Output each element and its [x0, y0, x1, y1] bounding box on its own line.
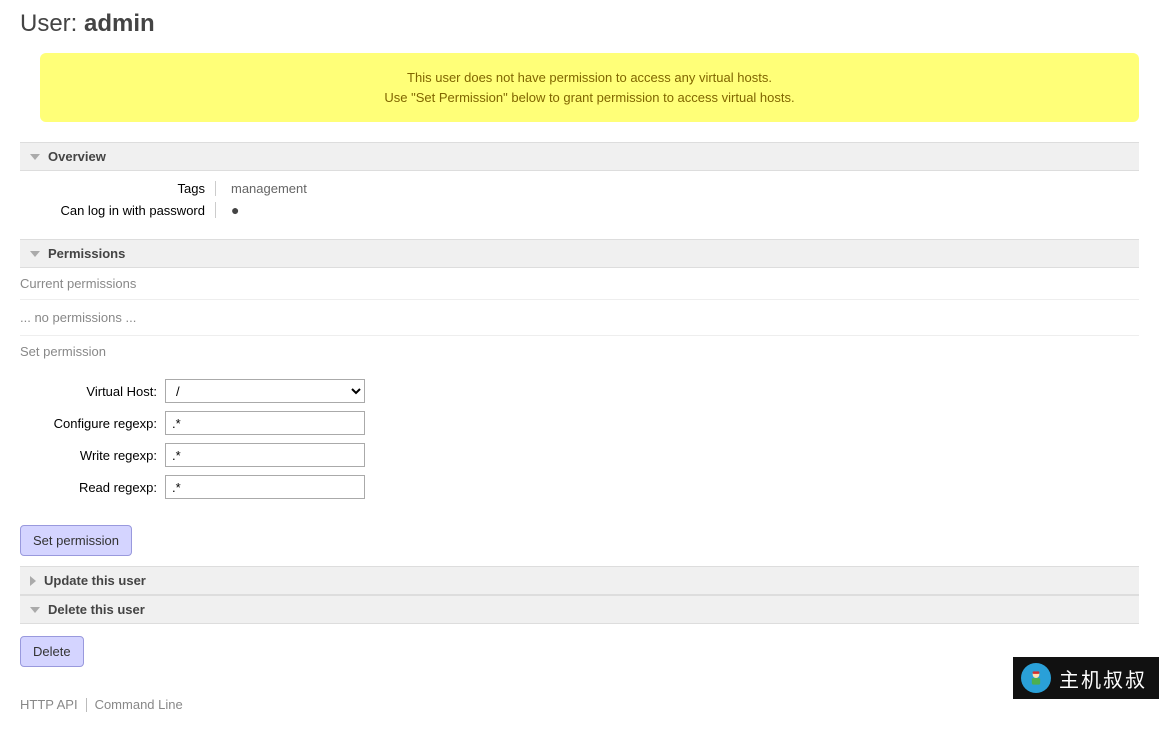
- overview-row-tags: Tags management: [20, 181, 1139, 196]
- section-delete-header[interactable]: Delete this user: [20, 595, 1139, 624]
- set-permission-button[interactable]: Set permission: [20, 525, 132, 556]
- set-permission-heading: Set permission: [20, 336, 1139, 367]
- chevron-down-icon: [30, 251, 40, 257]
- configure-input[interactable]: [165, 411, 365, 435]
- chevron-down-icon: [30, 154, 40, 160]
- chevron-down-icon: [30, 607, 40, 613]
- http-api-link[interactable]: HTTP API: [20, 697, 78, 712]
- tags-label: Tags: [20, 181, 215, 196]
- command-line-link[interactable]: Command Line: [95, 697, 183, 712]
- overview-body: Tags management Can log in with password…: [20, 171, 1139, 239]
- configure-label: Configure regexp:: [20, 416, 165, 431]
- read-input[interactable]: [165, 475, 365, 499]
- section-overview-title: Overview: [48, 149, 106, 164]
- section-permissions-header[interactable]: Permissions: [20, 239, 1139, 268]
- read-label: Read regexp:: [20, 480, 165, 495]
- chevron-right-icon: [30, 576, 36, 586]
- warning-banner: This user does not have permission to ac…: [40, 53, 1139, 122]
- tags-value: management: [215, 181, 307, 196]
- section-permissions-title: Permissions: [48, 246, 125, 261]
- footer-separator: [86, 698, 87, 712]
- delete-button[interactable]: Delete: [20, 636, 84, 667]
- footer: HTTP API Command Line: [20, 697, 1139, 712]
- warning-line-1: This user does not have permission to ac…: [70, 68, 1109, 88]
- vhost-label: Virtual Host:: [20, 384, 165, 399]
- write-input[interactable]: [165, 443, 365, 467]
- current-permissions-heading: Current permissions: [20, 268, 1139, 300]
- brand-text: 主机叔叔: [1059, 664, 1147, 693]
- page-title-prefix: User:: [20, 10, 84, 37]
- overview-row-password: Can log in with password ●: [20, 202, 1139, 218]
- set-permission-form: Virtual Host: / Configure regexp: Write …: [20, 367, 1139, 525]
- brand-badge: 主机叔叔: [1013, 657, 1159, 699]
- write-label: Write regexp:: [20, 448, 165, 463]
- warning-line-2: Use "Set Permission" below to grant perm…: [70, 88, 1109, 108]
- section-update-header[interactable]: Update this user: [20, 566, 1139, 595]
- page-title: User: admin: [20, 10, 1139, 38]
- vhost-select[interactable]: /: [165, 379, 365, 403]
- password-value: ●: [215, 202, 239, 218]
- page-title-user: admin: [84, 10, 155, 37]
- no-permissions-text: ... no permissions ...: [20, 300, 1139, 336]
- section-update-title: Update this user: [44, 573, 146, 588]
- section-overview-header[interactable]: Overview: [20, 142, 1139, 171]
- section-delete-title: Delete this user: [48, 602, 145, 617]
- brand-mascot-icon: [1021, 663, 1051, 693]
- bullet-icon: ●: [231, 202, 239, 218]
- password-label: Can log in with password: [20, 203, 215, 218]
